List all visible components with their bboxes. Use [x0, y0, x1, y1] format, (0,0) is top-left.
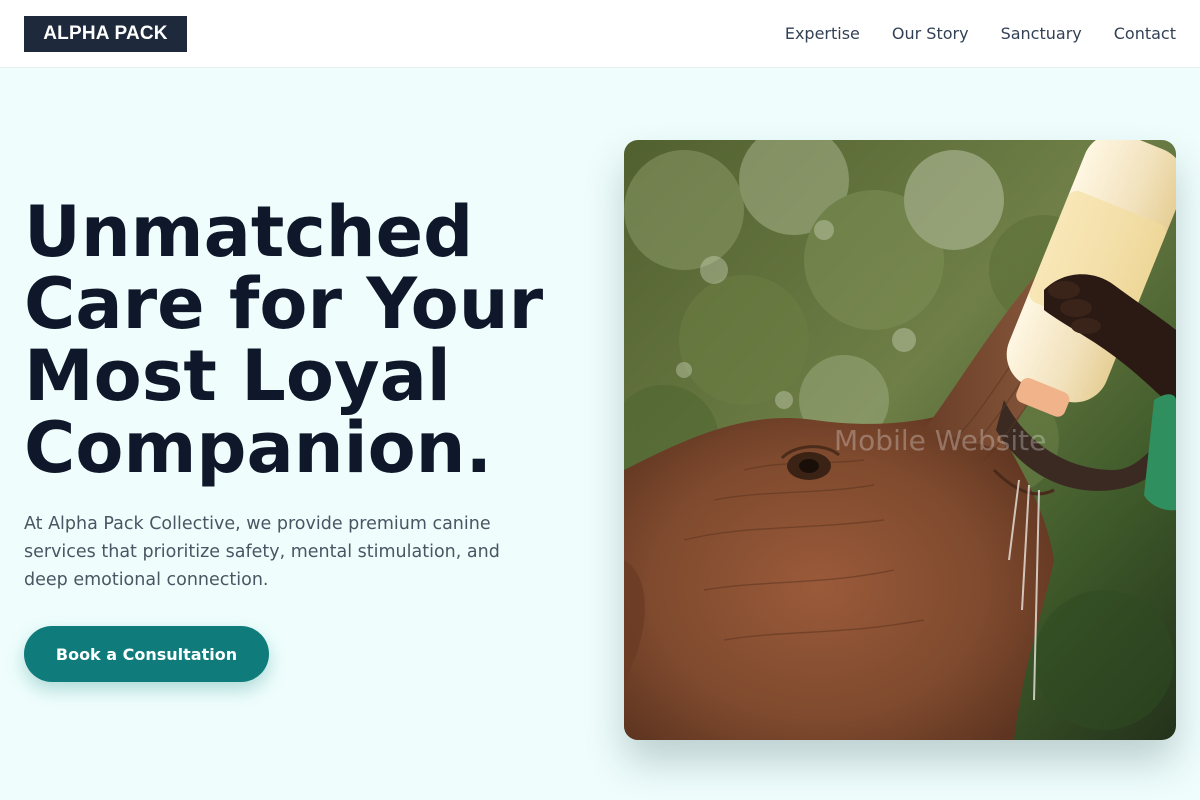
brand-logo[interactable]: ALPHA PACK: [24, 16, 187, 52]
nav-link-sanctuary[interactable]: Sanctuary: [1001, 24, 1082, 43]
nav-link-expertise[interactable]: Expertise: [785, 24, 860, 43]
site-header: ALPHA PACK Expertise Our Story Sanctuary…: [0, 0, 1200, 68]
book-consultation-button[interactable]: Book a Consultation: [24, 626, 269, 682]
image-watermark: Mobile Website: [834, 424, 1047, 457]
hero-image: Mobile Website: [624, 140, 1176, 740]
nav-link-our-story[interactable]: Our Story: [892, 24, 969, 43]
hero-title: Unmatched Care for Your Most Loyal Compa…: [24, 191, 544, 489]
primary-nav: Expertise Our Story Sanctuary Contact: [785, 0, 1176, 66]
hero-subtitle: At Alpha Pack Collective, we provide pre…: [24, 514, 500, 590]
nav-link-contact[interactable]: Contact: [1114, 24, 1176, 43]
